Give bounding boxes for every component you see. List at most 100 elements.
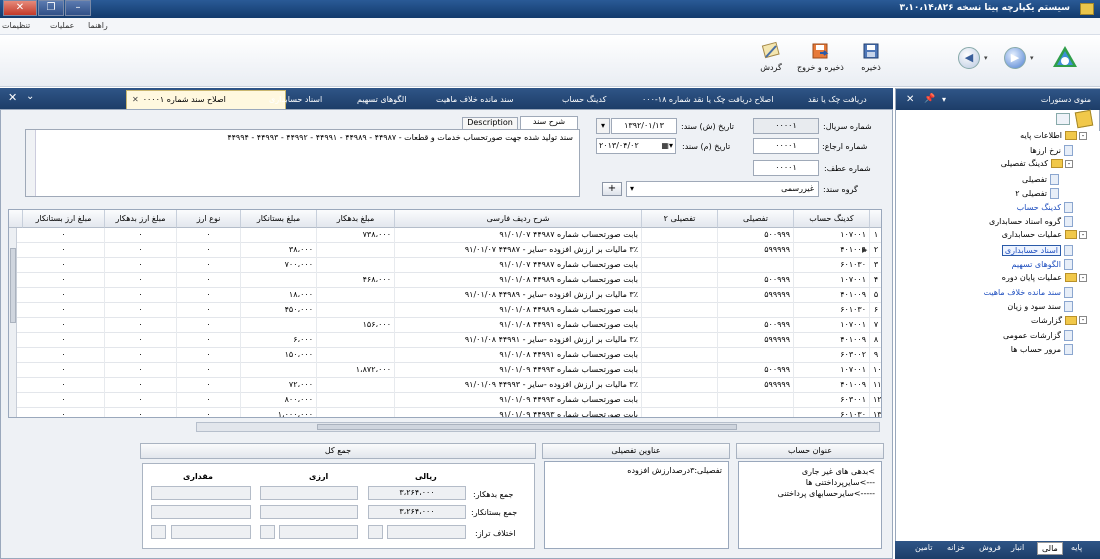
back-dropdown-icon[interactable]: ▾ — [984, 54, 988, 62]
group-select[interactable]: غیررسمی ▾ — [626, 181, 819, 197]
grid-vertical-scrollbar[interactable] — [9, 228, 17, 417]
header-fx-credit[interactable]: مبلغ ارز بستانکار — [23, 210, 105, 228]
cell-fd[interactable]: ۰ — [105, 363, 177, 378]
cell-fc[interactable]: ۰ — [23, 378, 105, 393]
panel-close-icon[interactable]: ✕ — [906, 89, 914, 110]
date-sh-dropdown-icon[interactable]: ▾ — [596, 118, 610, 134]
cell-fd[interactable]: ۰ — [105, 333, 177, 348]
module-tab-sales[interactable]: فروش — [979, 543, 1001, 552]
cell-deb[interactable]: ۱،۸۷۲،۰۰۰ — [317, 363, 395, 378]
cell-taf[interactable]: ۵۹۹۹۹۹ — [718, 288, 794, 303]
cell-cred[interactable]: ۷۰۰،۰۰۰ — [241, 258, 317, 273]
module-tab-finance[interactable]: مالی — [1037, 542, 1063, 555]
cell-detail2[interactable] — [642, 273, 718, 288]
cell-deb[interactable]: ۷۳۸،۰۰۰ — [317, 228, 395, 243]
cell-fc[interactable]: ۰ — [23, 288, 105, 303]
cell-detail2[interactable] — [642, 378, 718, 393]
cell-detail2[interactable] — [642, 333, 718, 348]
cell-detail2[interactable] — [642, 303, 718, 318]
cell-code[interactable]: ۱۰۷۰۰۱ — [794, 318, 870, 333]
cell-desc[interactable]: بابت صورتحساب شماره ۴۴۹۹۳ ۹۱/۰۱/۰۹ — [395, 393, 642, 408]
tree-item[interactable]: کدینگ حساب — [1017, 202, 1073, 213]
close-tab-icon[interactable]: ✕ — [8, 91, 17, 104]
cell-fx[interactable]: ۰ — [177, 288, 241, 303]
cell-n[interactable]: ۸ — [870, 333, 881, 348]
tree-item[interactable]: سند مانده خلاف ماهیت — [983, 287, 1073, 299]
cell-desc[interactable]: بابت صورتحساب شماره ۴۴۹۸۷ ۹۱/۰۱/۰۷ — [395, 228, 642, 243]
cell-fc[interactable]: ۰ — [23, 243, 105, 258]
rotate-button[interactable]: گردش — [751, 39, 791, 83]
panel-add-icon[interactable] — [1074, 109, 1094, 129]
cell-fx[interactable]: ۰ — [177, 408, 241, 417]
table-row[interactable]: ۰ ۰ ۰ ۱۵۶،۰۰۰ بابت صورتحساب شماره ۴۴۹۹۱ ۹۱/۰… — [9, 318, 881, 333]
cell-fx[interactable]: ۰ — [177, 378, 241, 393]
forward-dropdown-icon[interactable]: ▾ — [1030, 54, 1034, 62]
atf-field[interactable]: ۰۰۰۰۱ — [753, 160, 819, 176]
cell-detail2[interactable] — [642, 288, 718, 303]
cell-desc[interactable]: بابت صورتحساب شماره ۴۴۹۹۳ ۹۱/۰۱/۰۹ — [395, 363, 642, 378]
cell-n[interactable]: ۱۱ — [870, 378, 881, 393]
cell-code[interactable]: ۱۰۷۰۰۱ — [794, 228, 870, 243]
collapse-icon[interactable]: - — [1079, 131, 1087, 140]
cell-n[interactable]: ۳ — [870, 258, 881, 273]
cell-fd[interactable]: ۰ — [105, 243, 177, 258]
cell-n[interactable]: ۷ — [870, 318, 881, 333]
cell-n[interactable]: ۱۳ — [870, 408, 881, 417]
cell-taf[interactable]: ۵۹۹۹۹۹ — [718, 378, 794, 393]
tabs-dropdown-icon[interactable]: ⌄ — [26, 91, 34, 102]
back-button[interactable]: ◀ — [958, 47, 980, 69]
cell-cred[interactable] — [241, 228, 317, 243]
cell-taf[interactable]: ۵۰۰۹۹۹ — [718, 318, 794, 333]
menu-settings[interactable]: تنظیمات — [2, 21, 30, 30]
date-sh-field[interactable]: ۱۳۹۲/۰۱/۱۳ — [611, 118, 677, 134]
cell-cred[interactable] — [241, 318, 317, 333]
header-fx-debit[interactable]: مبلغ ارز بدهکار — [105, 210, 177, 228]
tree-item[interactable]: اسناد حسابداری — [1001, 244, 1073, 256]
description-box[interactable]: سند تولید شده جهت صورتحساب خدمات و قطعات… — [25, 129, 580, 197]
table-row[interactable]: ۰ ۰ ۰ ۱۵۰،۰۰۰ بابت صورتحساب شماره ۴۴۹۹۱ ۹۱/۰… — [9, 348, 881, 363]
cell-desc[interactable]: بابت صورتحساب شماره ۴۴۹۹۱ ۹۱/۰۱/۰۸ — [395, 348, 642, 363]
cell-fx[interactable]: ۰ — [177, 318, 241, 333]
cell-code[interactable]: ۴۰۱۰۰۹ — [794, 243, 870, 258]
cell-fc[interactable]: ۰ — [23, 318, 105, 333]
collapse-icon[interactable]: - — [1079, 230, 1087, 239]
module-tab-treasury[interactable]: خزانه — [947, 543, 965, 552]
date-m-field[interactable]: ۲۰۱۳/۰۴/۰۲ ▦▾ — [596, 138, 676, 154]
cell-fx[interactable]: ۰ — [177, 363, 241, 378]
cell-detail2[interactable] — [642, 318, 718, 333]
table-row[interactable]: ۰ ۰ ۰ ۶،۰۰۰ ۳٪ مالیات بر ارزش افزوده -سایر -… — [9, 333, 881, 348]
cell-fd[interactable]: ۰ — [105, 408, 177, 417]
module-tab-base[interactable]: پایه — [1071, 543, 1082, 552]
tree-item[interactable]: - اطلاعات پایه — [1020, 131, 1087, 140]
menu-operations[interactable]: عملیات — [50, 21, 74, 30]
module-tab-supply[interactable]: تامین — [915, 543, 932, 552]
cell-fc[interactable]: ۰ — [23, 273, 105, 288]
table-row[interactable]: ۰ ۰ ۰ ۱،۰۰۰،۰۰۰ بابت صورتحساب شماره ۴۴۹۹۳ ۹۱… — [9, 408, 881, 417]
panel-dropdown-icon[interactable]: ▾ — [942, 89, 946, 110]
cell-fx[interactable]: ۰ — [177, 393, 241, 408]
calendar-icon[interactable]: ▦▾ — [661, 139, 673, 153]
cell-fd[interactable]: ۰ — [105, 303, 177, 318]
tab-account-coding[interactable]: کدینگ حساب — [557, 92, 611, 109]
tree-item[interactable]: تفصیلی — [1022, 173, 1059, 185]
cell-cred[interactable]: ۱،۰۰۰،۰۰۰ — [241, 408, 317, 417]
cell-detail2[interactable] — [642, 393, 718, 408]
cell-code[interactable]: ۴۰۱۰۰۹ — [794, 288, 870, 303]
cell-desc[interactable]: ۳٪ مالیات بر ارزش افزوده -سایر - ۴۴۹۸۹ ۹… — [395, 288, 642, 303]
cell-deb[interactable] — [317, 408, 395, 417]
cell-desc[interactable]: ۳٪ مالیات بر ارزش افزوده -سایر - ۴۴۹۹۳ ۹… — [395, 378, 642, 393]
tree-item[interactable]: - گزارشات — [1031, 315, 1087, 325]
cell-taf[interactable] — [718, 258, 794, 273]
cell-fx[interactable]: ۰ — [177, 303, 241, 318]
cell-n[interactable]: ۴ — [870, 273, 881, 288]
cell-fd[interactable]: ۰ — [105, 228, 177, 243]
cell-code[interactable]: ۶۰۳۰۰۱ — [794, 393, 870, 408]
table-row[interactable]: ۰ ۰ ۰ ۷۰۰،۰۰۰ بابت صورتحساب شماره ۴۴۹۸۷ ۹۱/۰… — [9, 258, 881, 273]
cell-deb[interactable] — [317, 288, 395, 303]
cell-deb[interactable]: ۱۵۶،۰۰۰ — [317, 318, 395, 333]
tree-item[interactable]: - عملیات پایان دوره — [1002, 273, 1087, 282]
cell-taf[interactable]: ۵۰۰۹۹۹ — [718, 363, 794, 378]
header-detail2[interactable]: تفصیلی ۲ — [642, 210, 718, 228]
cell-fd[interactable]: ۰ — [105, 348, 177, 363]
cell-cred[interactable]: ۱۵۰،۰۰۰ — [241, 348, 317, 363]
